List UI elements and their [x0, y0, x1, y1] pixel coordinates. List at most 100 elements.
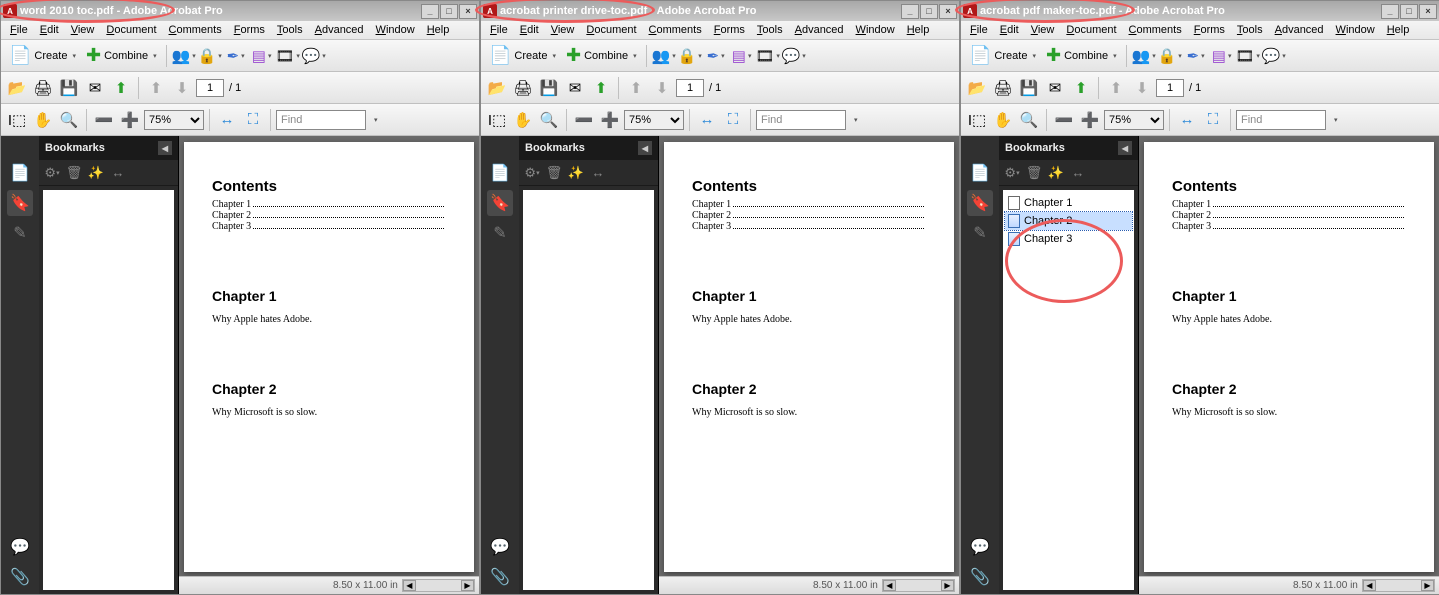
signatures-panel-icon[interactable]: ✎ [967, 220, 993, 246]
signatures-panel-icon[interactable]: ✎ [487, 220, 513, 246]
fit-width-icon[interactable]: ↔ [1175, 108, 1199, 132]
collaborate-icon[interactable]: 👥▾ [1132, 44, 1156, 68]
email-icon[interactable]: ✉ [83, 76, 107, 100]
bookmarks-panel-icon[interactable]: 🔖 [487, 190, 513, 216]
next-page-icon[interactable]: ⬇ [170, 76, 194, 100]
sign-icon[interactable]: ✒▾ [1184, 44, 1208, 68]
menu-comments[interactable]: Comments [1123, 22, 1188, 38]
fit-width-icon[interactable]: ↔ [215, 108, 239, 132]
save-icon[interactable]: 💾 [537, 76, 561, 100]
collaborate-icon[interactable]: 👥▾ [652, 44, 676, 68]
email-icon[interactable]: ✉ [1043, 76, 1067, 100]
find-input[interactable] [756, 110, 846, 130]
select-tool-icon[interactable]: I⬚ [965, 108, 989, 132]
email-icon[interactable]: ✉ [563, 76, 587, 100]
menu-view[interactable]: View [1025, 22, 1061, 38]
comments-panel-icon[interactable]: 💬 [7, 534, 33, 560]
select-tool-icon[interactable]: I⬚ [5, 108, 29, 132]
delete-bookmark-icon[interactable]: 🗑 [65, 164, 83, 182]
menu-advanced[interactable]: Advanced [789, 22, 850, 38]
close-button[interactable]: × [1419, 4, 1437, 19]
zoom-out-icon[interactable]: ➖ [92, 108, 116, 132]
menu-edit[interactable]: Edit [34, 22, 65, 38]
options-gear-icon[interactable]: ⚙▾ [1003, 164, 1021, 182]
upload-icon[interactable]: ⬆ [589, 76, 613, 100]
scroll-right-icon[interactable]: ▶ [941, 580, 954, 591]
save-icon[interactable]: 💾 [1017, 76, 1041, 100]
menu-document[interactable]: Document [580, 22, 642, 38]
open-icon[interactable]: 📂 [5, 76, 29, 100]
bookmark-item[interactable]: Chapter 1 [1005, 194, 1132, 212]
menu-advanced[interactable]: Advanced [309, 22, 370, 38]
bookmark-item[interactable]: Chapter 2 [1005, 212, 1132, 230]
minimize-button[interactable]: _ [1381, 4, 1399, 19]
horizontal-scrollbar[interactable]: ◀ ▶ [1362, 579, 1435, 592]
menu-forms[interactable]: Forms [228, 22, 271, 38]
prev-page-icon[interactable]: ⬆ [1104, 76, 1128, 100]
next-page-icon[interactable]: ⬇ [650, 76, 674, 100]
menu-advanced[interactable]: Advanced [1269, 22, 1330, 38]
horizontal-scrollbar[interactable]: ◀ ▶ [882, 579, 955, 592]
multimedia-icon[interactable]: 🎞▾ [756, 44, 780, 68]
select-tool-icon[interactable]: I⬚ [485, 108, 509, 132]
menu-tools[interactable]: Tools [751, 22, 789, 38]
marquee-zoom-icon[interactable]: 🔍 [57, 108, 81, 132]
page-number-input[interactable] [1156, 79, 1184, 97]
scroll-left-icon[interactable]: ◀ [403, 580, 416, 591]
create-button[interactable]: 📄Create▾ [5, 44, 80, 68]
new-bookmark-icon[interactable]: ✨ [1047, 164, 1065, 182]
comment-icon[interactable]: 💬▾ [1262, 44, 1286, 68]
zoom-out-icon[interactable]: ➖ [572, 108, 596, 132]
menu-view[interactable]: View [545, 22, 581, 38]
print-icon[interactable]: 🖨 [991, 76, 1015, 100]
document-viewport[interactable]: ContentsChapter 1Chapter 2Chapter 3Chapt… [659, 136, 959, 576]
comment-icon[interactable]: 💬▾ [302, 44, 326, 68]
upload-icon[interactable]: ⬆ [1069, 76, 1093, 100]
zoom-in-icon[interactable]: ➕ [118, 108, 142, 132]
comments-panel-icon[interactable]: 💬 [487, 534, 513, 560]
menu-tools[interactable]: Tools [1231, 22, 1269, 38]
menu-forms[interactable]: Forms [708, 22, 751, 38]
find-dropdown-icon[interactable]: ▾ [850, 112, 862, 128]
page-number-input[interactable] [196, 79, 224, 97]
minimize-button[interactable]: _ [901, 4, 919, 19]
comments-panel-icon[interactable]: 💬 [967, 534, 993, 560]
collapse-panel-icon[interactable]: ◀ [158, 141, 172, 155]
delete-bookmark-icon[interactable]: 🗑 [1025, 164, 1043, 182]
zoom-in-icon[interactable]: ➕ [1078, 108, 1102, 132]
fit-page-icon[interactable]: ⛶ [721, 108, 745, 132]
new-bookmark-icon[interactable]: ✨ [87, 164, 105, 182]
bookmark-item[interactable]: Chapter 3 [1005, 230, 1132, 248]
options-gear-icon[interactable]: ⚙▾ [523, 164, 541, 182]
attachments-panel-icon[interactable]: 📎 [487, 564, 513, 590]
comment-icon[interactable]: 💬▾ [782, 44, 806, 68]
collapse-panel-icon[interactable]: ◀ [638, 141, 652, 155]
fit-page-icon[interactable]: ⛶ [1201, 108, 1225, 132]
forms-icon[interactable]: ▤▾ [730, 44, 754, 68]
save-icon[interactable]: 💾 [57, 76, 81, 100]
document-viewport[interactable]: ContentsChapter 1Chapter 2Chapter 3Chapt… [1139, 136, 1439, 576]
attachments-panel-icon[interactable]: 📎 [967, 564, 993, 590]
scroll-right-icon[interactable]: ▶ [1421, 580, 1434, 591]
horizontal-scrollbar[interactable]: ◀ ▶ [402, 579, 475, 592]
menu-help[interactable]: Help [901, 22, 936, 38]
sign-icon[interactable]: ✒▾ [704, 44, 728, 68]
upload-icon[interactable]: ⬆ [109, 76, 133, 100]
scroll-left-icon[interactable]: ◀ [883, 580, 896, 591]
pages-panel-icon[interactable]: 📄 [7, 160, 33, 186]
multimedia-icon[interactable]: 🎞▾ [1236, 44, 1260, 68]
menu-file[interactable]: File [4, 22, 34, 38]
find-input[interactable] [276, 110, 366, 130]
close-button[interactable]: × [939, 4, 957, 19]
fit-width-icon[interactable]: ↔ [695, 108, 719, 132]
find-dropdown-icon[interactable]: ▾ [370, 112, 382, 128]
scroll-left-icon[interactable]: ◀ [1363, 580, 1376, 591]
menu-document[interactable]: Document [1060, 22, 1122, 38]
options-gear-icon[interactable]: ⚙▾ [43, 164, 61, 182]
prev-page-icon[interactable]: ⬆ [624, 76, 648, 100]
zoom-select[interactable]: 75% [624, 110, 684, 130]
menu-forms[interactable]: Forms [1188, 22, 1231, 38]
forms-icon[interactable]: ▤▾ [1210, 44, 1234, 68]
find-input[interactable] [1236, 110, 1326, 130]
expand-bookmark-icon[interactable]: ↔ [1069, 164, 1087, 182]
